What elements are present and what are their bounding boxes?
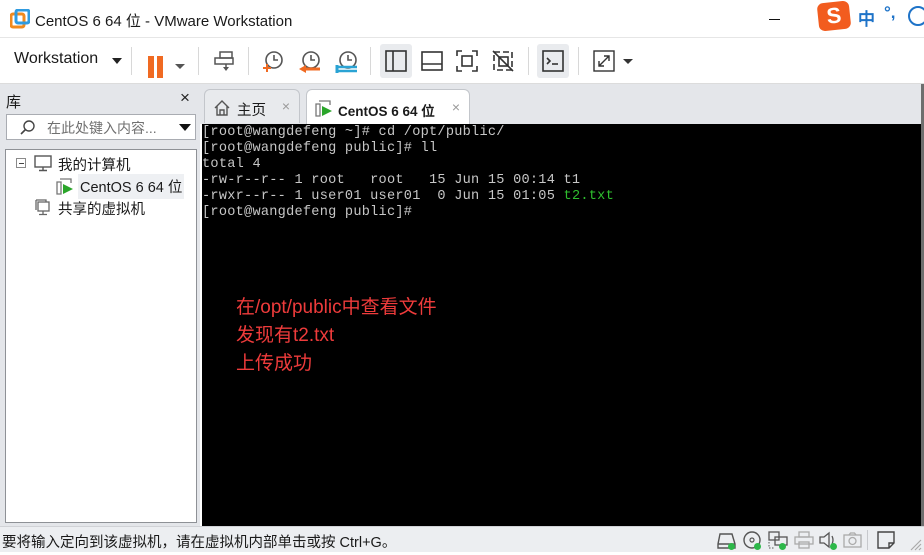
- chevron-down-icon[interactable]: [175, 64, 185, 69]
- search-icon: [20, 120, 35, 135]
- resize-grip-icon[interactable]: [906, 535, 922, 551]
- tree-item-centos-vm[interactable]: CentOS 6 64 位: [56, 174, 196, 199]
- status-active-dot: [830, 543, 837, 550]
- tab-close-button[interactable]: ×: [279, 98, 293, 114]
- ime-punctuation-toggle[interactable]: °,: [884, 3, 896, 23]
- library-close-button[interactable]: ×: [176, 88, 194, 108]
- tab-home[interactable]: 主页 ×: [204, 89, 300, 123]
- full-screen-icon: [456, 50, 478, 72]
- toolbar-divider: [528, 47, 529, 75]
- terminal-line: [root@wangdefeng ~]# cd /opt/public/: [202, 125, 505, 140]
- terminal-line: -rw-r--r-- 1 root root 15 Jun 15 00:14 t…: [202, 173, 581, 188]
- tab-label: CentOS 6 64 位: [338, 104, 435, 119]
- terminal-line: [root@wangdefeng public]#: [202, 205, 413, 220]
- unity-icon: [492, 50, 514, 72]
- toolbar-divider: [370, 47, 371, 75]
- ime-logo-icon[interactable]: S: [816, 0, 852, 32]
- network-icon[interactable]: [767, 530, 789, 550]
- terminal-highlight-filename: t2.txt: [563, 189, 614, 204]
- printer-icon[interactable]: [793, 530, 815, 550]
- full-screen-button[interactable]: [451, 44, 483, 78]
- library-title: 库: [6, 94, 22, 111]
- annotation-line: 在/opt/public中查看文件: [236, 297, 437, 318]
- window-title: CentOS 6 64 位 - VMware Workstation: [35, 13, 293, 30]
- cd-dvd-icon[interactable]: [742, 530, 764, 550]
- workstation-menu[interactable]: Workstation: [14, 50, 98, 68]
- snapshot-manager-icon: [335, 51, 357, 73]
- vmware-logo-icon: [10, 9, 30, 29]
- toolbar-divider: [248, 47, 249, 75]
- toolbar-divider: [131, 47, 132, 75]
- status-bar: 要将输入定向到该虚拟机，请在虚拟机内部单击或按 Ctrl+G。: [0, 526, 924, 552]
- pause-button[interactable]: [142, 44, 190, 78]
- hard-disk-icon[interactable]: [716, 530, 738, 550]
- console-icon: [542, 50, 564, 72]
- toolbar: Workstation: [0, 38, 924, 84]
- shared-vm-icon: [35, 199, 50, 216]
- snapshot-manager-button[interactable]: [330, 44, 362, 78]
- snapshot-take-icon: [263, 51, 283, 72]
- status-message: 要将输入定向到该虚拟机，请在虚拟机内部单击或按 Ctrl+G。: [2, 535, 397, 551]
- status-active-dot: [754, 543, 761, 550]
- computer-icon: [34, 155, 52, 172]
- tab-close-button[interactable]: ×: [449, 99, 463, 115]
- tree-item-label: 共享的虚拟机: [58, 202, 145, 218]
- library-panel-icon: [385, 50, 407, 72]
- status-active-dot: [779, 543, 786, 550]
- pause-icon-bar: [157, 56, 163, 78]
- pause-icon: [148, 56, 154, 78]
- camera-icon[interactable]: [842, 530, 864, 550]
- tab-label: 主页: [237, 103, 266, 119]
- chevron-down-icon[interactable]: [179, 124, 191, 131]
- revert-snapshot-button[interactable]: [293, 44, 325, 78]
- console-view-button[interactable]: [537, 44, 569, 78]
- tree-item-my-computer[interactable]: 我的计算机: [6, 152, 196, 174]
- library-tree: 我的计算机 CentOS 6 64 位 共享的虚拟机: [5, 149, 197, 523]
- tab-centos-vm[interactable]: CentOS 6 64 位 ×: [306, 89, 470, 125]
- vmware-window: CentOS 6 64 位 - VMware Workstation S 中 °…: [0, 0, 924, 552]
- take-snapshot-button[interactable]: [256, 44, 288, 78]
- tree-item-shared-vms[interactable]: 共享的虚拟机: [34, 196, 194, 218]
- message-log-icon[interactable]: [876, 530, 898, 550]
- tab-bar: 主页 × CentOS 6 64 位 ×: [200, 84, 924, 125]
- title-bar: CentOS 6 64 位 - VMware Workstation S 中 °…: [0, 0, 924, 38]
- ime-mode-toggle[interactable]: 中: [858, 5, 875, 30]
- snapshot-revert-icon: [299, 51, 320, 73]
- library-panel: 库 × 我的计算机: [0, 84, 200, 526]
- send-ctrl-alt-del-button[interactable]: [208, 44, 240, 78]
- stretch-guest-button[interactable]: [588, 44, 636, 78]
- unity-button[interactable]: [487, 44, 519, 78]
- terminal-text: -rwxr--r-- 1 user01 user01 0 Jun 15 01:0…: [202, 189, 564, 204]
- library-search-input[interactable]: [47, 119, 173, 137]
- status-divider: [867, 530, 868, 550]
- show-library-button[interactable]: [380, 44, 412, 78]
- vm-console[interactable]: [root@wangdefeng ~]# cd /opt/public/ [ro…: [202, 124, 921, 526]
- toolbar-divider: [198, 47, 199, 75]
- library-search[interactable]: [6, 114, 196, 140]
- terminal-line: -rwxr--r-- 1 user01 user01 0 Jun 15 01:0…: [202, 189, 614, 205]
- terminal-line: [root@wangdefeng public]# ll: [202, 141, 438, 156]
- annotation-line: 发现有t2.txt: [236, 325, 335, 346]
- collapse-icon[interactable]: [16, 158, 26, 168]
- chevron-down-icon[interactable]: [112, 58, 122, 64]
- home-icon: [214, 100, 230, 116]
- ime-toolbar[interactable]: S 中 °,: [816, 0, 924, 32]
- show-thumbnail-bar-button[interactable]: [416, 44, 448, 78]
- minimize-button[interactable]: [760, 8, 790, 30]
- stretch-icon: [593, 50, 615, 72]
- vm-running-icon: [56, 178, 73, 195]
- send-keys-icon: [214, 51, 234, 71]
- chevron-down-icon[interactable]: [623, 59, 633, 64]
- tree-item-label: 我的计算机: [58, 158, 131, 174]
- vm-running-icon: [315, 100, 332, 117]
- emoji-face-icon[interactable]: [908, 6, 924, 26]
- status-active-dot: [728, 543, 735, 550]
- annotation-line: 上传成功: [236, 353, 313, 374]
- terminal-line: total 4: [202, 157, 261, 172]
- thumbnail-bar-icon: [421, 51, 443, 71]
- toolbar-divider: [578, 47, 579, 75]
- sound-icon[interactable]: [818, 530, 840, 550]
